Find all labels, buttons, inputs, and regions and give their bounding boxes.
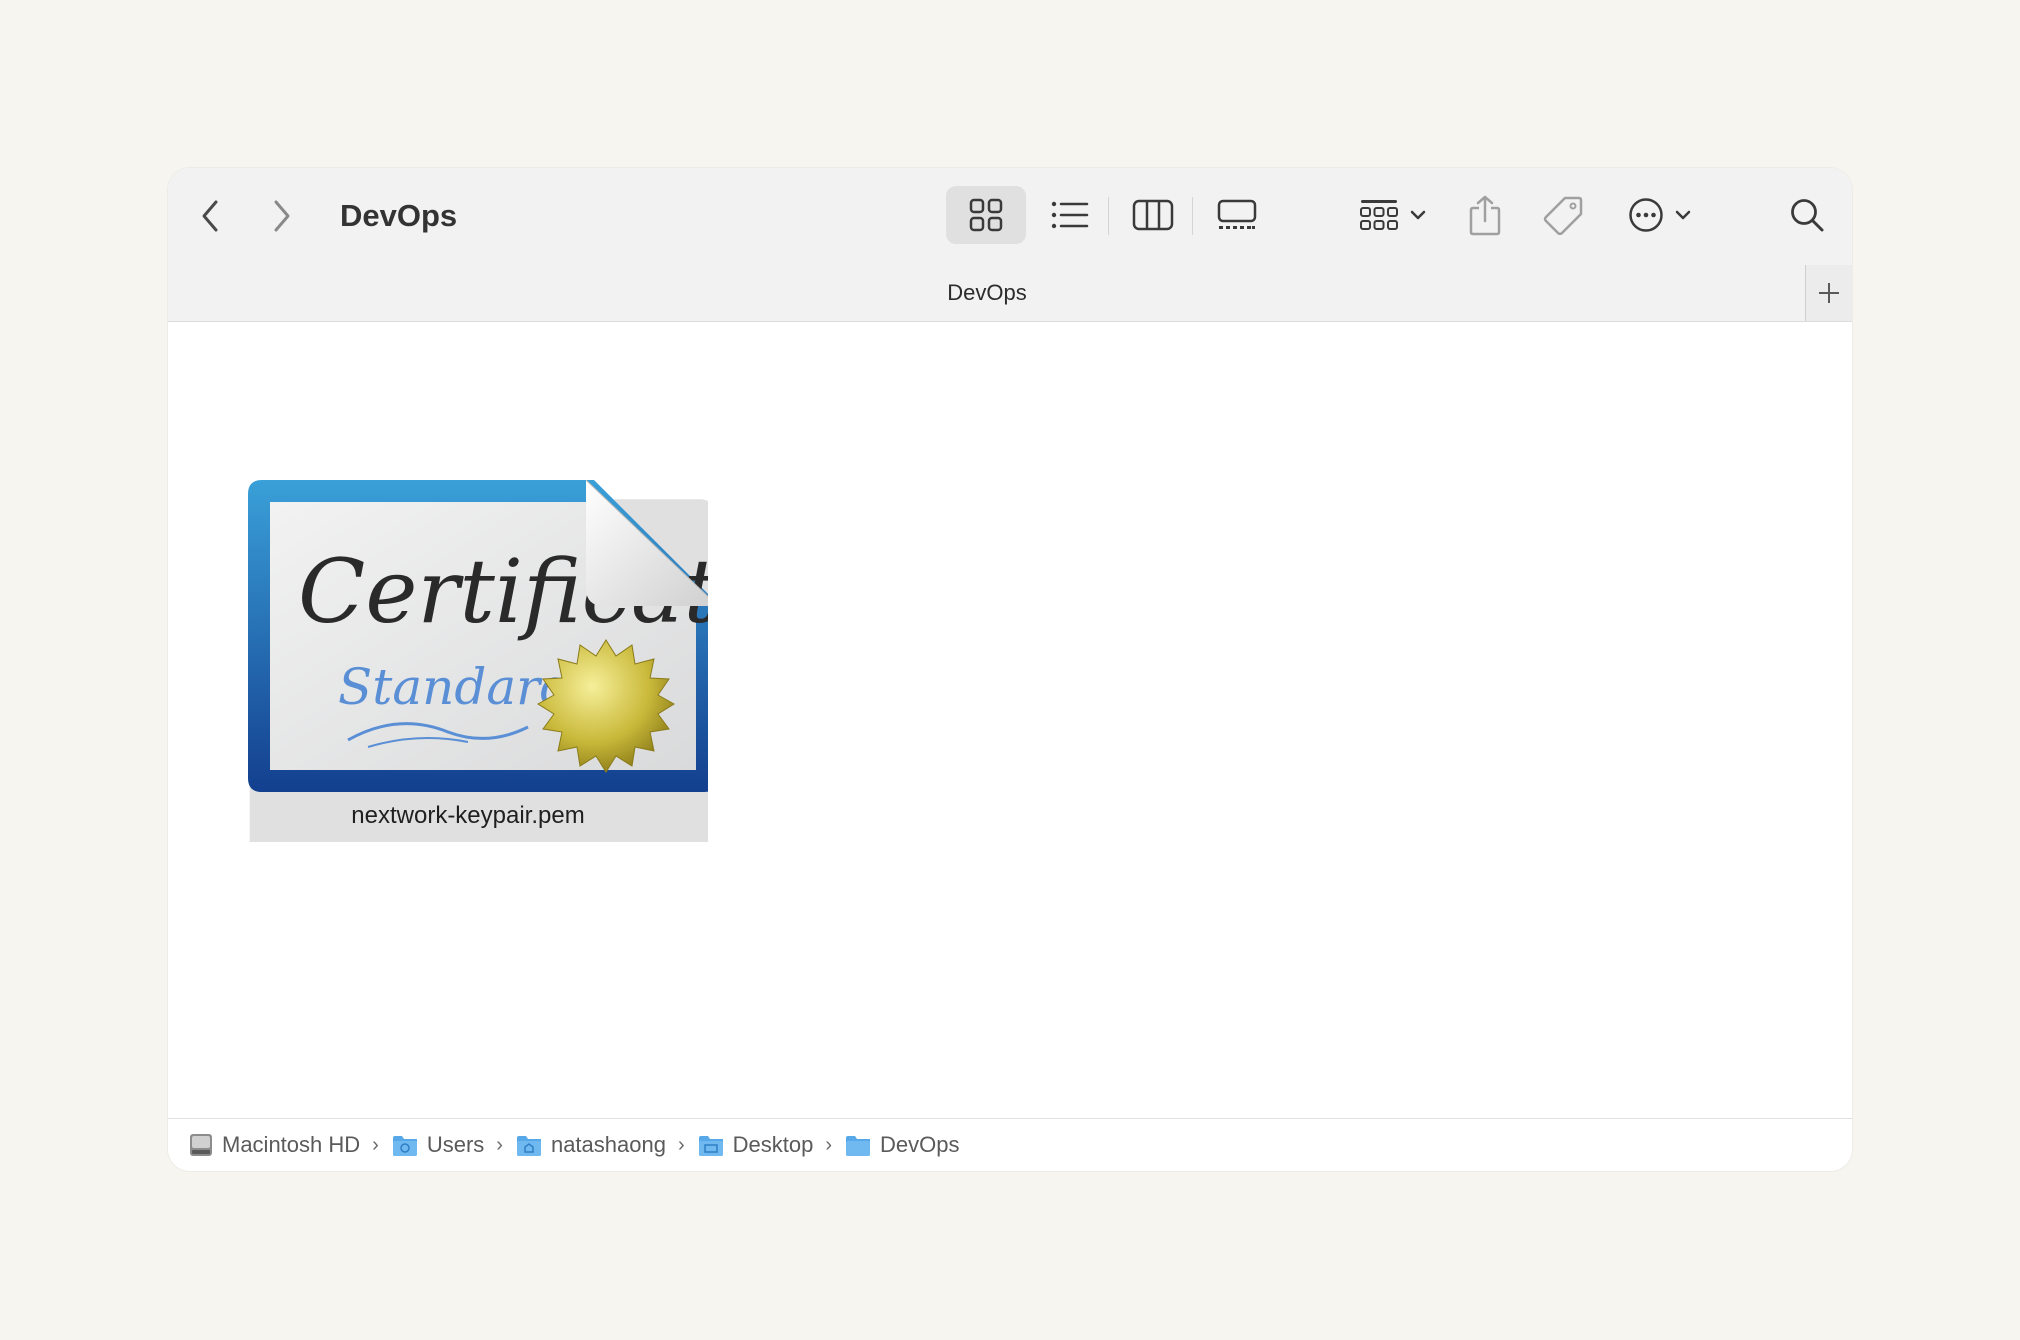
path-separator: › (825, 1133, 833, 1156)
toolbar-separator (1108, 197, 1109, 235)
window-title: DevOps (340, 198, 458, 233)
path-item-natashaong[interactable]: natashaong (515, 1132, 666, 1158)
chevron-down-icon (1410, 210, 1426, 220)
path-item-label: Macintosh HD (222, 1132, 361, 1157)
group-by-button[interactable] (1348, 186, 1438, 244)
path-item-devops[interactable]: DevOps (844, 1132, 960, 1158)
path-bar: Macintosh HD › Users › natashaong › Desk… (168, 1118, 1852, 1171)
path-item-users[interactable]: Users (391, 1132, 484, 1158)
certificate-subtitle-art: Standard (338, 658, 572, 716)
path-item-label: Users (426, 1132, 485, 1157)
path-item-desktop[interactable]: Desktop (697, 1132, 814, 1158)
list-icon (1051, 201, 1089, 229)
gallery-icon (1217, 199, 1257, 229)
group-by-icon (1360, 200, 1398, 230)
hard-drive-icon (188, 1132, 214, 1158)
search-icon (1791, 199, 1824, 232)
chevron-left-icon (202, 200, 218, 232)
file-browser-content: Certificate Standard nextwork-keypair.pe… (168, 322, 1852, 1118)
new-tab-button[interactable] (1805, 265, 1852, 321)
grid-icon (969, 198, 1003, 232)
path-item-label: natashaong (550, 1132, 666, 1157)
toolbar-separator (1192, 197, 1193, 235)
finder-window: DevOps DevOps Certific Standard nextwork… (168, 168, 1852, 1171)
icon-view-button[interactable] (946, 186, 1026, 244)
path-separator: › (677, 1133, 685, 1156)
search-button[interactable] (1782, 186, 1832, 244)
ellipsis-circle-icon (1629, 198, 1663, 232)
home-folder-icon (515, 1133, 543, 1157)
tab-devops[interactable]: DevOps (168, 265, 1806, 321)
desktop-folder-icon (697, 1133, 725, 1157)
columns-icon (1132, 199, 1174, 231)
certificate-icon: Certificate Standard (248, 479, 708, 842)
back-button[interactable] (188, 192, 232, 240)
path-item-macintosh-hd[interactable]: Macintosh HD (188, 1132, 360, 1158)
share-icon (1469, 195, 1501, 236)
path-separator: › (372, 1133, 379, 1156)
share-button[interactable] (1460, 186, 1510, 244)
tag-icon (1543, 196, 1583, 235)
tab-bar: DevOps (168, 265, 1852, 322)
plus-icon (1819, 283, 1839, 303)
users-folder-icon (391, 1133, 419, 1157)
forward-button[interactable] (260, 192, 304, 240)
file-name-label: nextwork-keypair.pem (351, 802, 585, 829)
more-actions-button[interactable] (1620, 186, 1700, 244)
list-view-button[interactable] (1038, 186, 1102, 244)
chevron-down-icon (1675, 210, 1691, 220)
chevron-right-icon (274, 200, 290, 232)
path-separator: › (496, 1133, 503, 1156)
file-item[interactable]: Certificate Standard nextwork-keypair.pe… (228, 442, 708, 842)
folder-icon (844, 1133, 872, 1157)
toolbar: DevOps (168, 168, 1852, 265)
gallery-view-button[interactable] (1202, 186, 1272, 244)
path-item-label: Desktop (732, 1132, 814, 1157)
path-item-label: DevOps (880, 1132, 960, 1157)
column-view-button[interactable] (1118, 186, 1188, 244)
tag-button[interactable] (1538, 186, 1588, 244)
